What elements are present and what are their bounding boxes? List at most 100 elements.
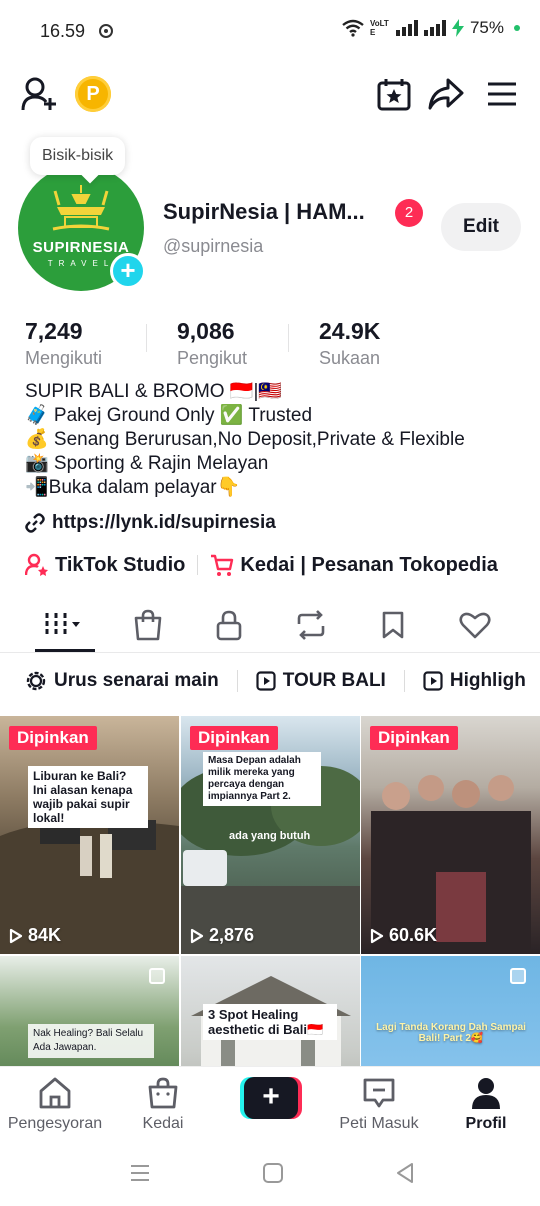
photo-carousel-icon xyxy=(510,968,526,984)
playlist-label: Highligh xyxy=(449,670,526,691)
notification-badge[interactable]: 2 xyxy=(395,199,423,227)
add-story-button[interactable]: + xyxy=(110,253,146,289)
photo-carousel-icon xyxy=(149,968,165,984)
view-count: 84K xyxy=(9,925,61,946)
video-tile[interactable]: Dipinkan 60.6K xyxy=(361,716,540,954)
status-bar: 16.59 VoLTE 75% xyxy=(0,0,540,62)
stat-followers[interactable]: 9,086 Pengikut xyxy=(177,318,247,369)
create-button[interactable]: + xyxy=(240,1077,302,1119)
nav-label: Peti Masuk xyxy=(339,1115,419,1132)
bio-line: 📲Buka dalam pelayar👇 xyxy=(25,477,241,498)
nav-label: Kedai xyxy=(142,1115,184,1132)
nav-profile[interactable]: Profil xyxy=(431,1077,540,1133)
recents-icon[interactable] xyxy=(129,1163,151,1183)
inbox-icon xyxy=(363,1078,395,1108)
home-button-icon[interactable] xyxy=(262,1162,284,1184)
signal-icon xyxy=(395,20,418,36)
username: @supirnesia xyxy=(163,236,264,256)
playlist-divider xyxy=(403,670,405,692)
status-icons: VoLTE 75% xyxy=(342,18,520,38)
playlist-label: Urus senarai main xyxy=(54,670,219,691)
stat-label: Sukaan xyxy=(319,348,381,368)
display-name: SupirNesia | HAM... xyxy=(163,199,365,224)
tab-reposts[interactable] xyxy=(281,600,341,650)
profile-shortcuts: TikTok Studio Kedai | Pesanan Tokopedia xyxy=(25,552,498,578)
nav-inbox[interactable]: Peti Masuk xyxy=(324,1077,434,1133)
stat-value: 7,249 xyxy=(25,318,83,344)
bio-line: 💰 Senang Berurusan,No Deposit,Private & … xyxy=(25,429,465,450)
shortcut-label: Kedai | Pesanan Tokopedia xyxy=(240,553,498,576)
shortcut-label: TikTok Studio xyxy=(55,553,186,576)
pinned-badge: Dipinkan xyxy=(370,726,458,750)
calendar-button[interactable] xyxy=(374,74,414,114)
bio-link-text: https://lynk.id/supirnesia xyxy=(52,512,276,533)
stat-divider xyxy=(146,324,147,352)
lock-icon xyxy=(216,610,242,641)
edit-profile-button[interactable]: Edit xyxy=(441,203,521,251)
play-outline-icon xyxy=(9,928,23,943)
nav-home[interactable]: Pengesyoran xyxy=(0,1077,110,1133)
video-caption: Liburan ke Bali? Ini alasan kenapa wajib… xyxy=(28,766,148,828)
nav-label: Profil xyxy=(465,1115,507,1132)
playlist-tour-bali[interactable]: TOUR BALI xyxy=(256,670,386,692)
nav-shop[interactable]: Kedai xyxy=(108,1077,218,1133)
stat-divider xyxy=(288,324,289,352)
stat-likes[interactable]: 24.9K Sukaan xyxy=(319,318,380,369)
stat-following[interactable]: 7,249 Mengikuti xyxy=(25,318,102,369)
stat-value: 24.9K xyxy=(319,318,381,344)
top-nav: P xyxy=(0,70,540,118)
play-icon xyxy=(256,671,276,691)
bio-line: SUPIR BALI & BROMO 🇮🇩|🇲🇾 xyxy=(25,381,283,402)
nav-label: Pengesyoran xyxy=(7,1115,103,1132)
privacy-dot xyxy=(514,25,520,31)
view-count: 2,876 xyxy=(190,925,254,946)
battery-level: 75% xyxy=(469,18,504,37)
back-icon[interactable] xyxy=(395,1162,415,1184)
video-thumbnail xyxy=(0,816,179,954)
temple-logo-icon xyxy=(52,185,110,231)
volte-label: VoLTE xyxy=(369,19,389,37)
tab-videos[interactable] xyxy=(35,600,95,650)
status-time: 16.59 xyxy=(40,21,86,41)
tab-favorites[interactable] xyxy=(363,600,423,650)
signal-icon-2 xyxy=(423,20,446,36)
tiktok-studio-button[interactable]: TikTok Studio xyxy=(25,553,185,577)
menu-button[interactable] xyxy=(482,74,522,114)
video-thumbnail xyxy=(371,775,531,954)
share-button[interactable] xyxy=(426,74,466,114)
bio-link[interactable]: https://lynk.id/supirnesia xyxy=(25,512,276,534)
coins-button[interactable]: P xyxy=(75,76,111,112)
tabs-divider xyxy=(0,652,540,653)
play-icon xyxy=(423,671,443,691)
nudge-tooltip[interactable]: Bisik-bisik xyxy=(30,137,126,175)
tab-shop[interactable] xyxy=(118,600,178,650)
shortcut-divider xyxy=(197,555,199,575)
manage-playlists-button[interactable]: Urus senarai main xyxy=(25,670,219,692)
video-tile[interactable]: Dipinkan Masa Depan adalah milik mereka … xyxy=(181,716,360,954)
tab-liked[interactable] xyxy=(445,600,505,650)
bio: SUPIR BALI & BROMO 🇮🇩|🇲🇾 🧳 Pakej Ground … xyxy=(25,380,465,500)
video-caption: Lagi Tanda Korang Dah Sampai Bali! Part … xyxy=(376,1022,526,1044)
home-icon xyxy=(39,1077,71,1109)
stat-label: Mengikuti xyxy=(25,348,103,368)
shop-orders-button[interactable]: Kedai | Pesanan Tokopedia xyxy=(210,553,498,577)
playlist-highlight[interactable]: Highligh xyxy=(423,670,526,692)
coin-icon: P xyxy=(75,76,111,112)
add-friend-button[interactable] xyxy=(20,74,60,114)
tab-private[interactable] xyxy=(199,600,259,650)
view-count-text: 60.6K xyxy=(389,925,438,945)
hamburger-icon xyxy=(488,82,516,106)
stat-label: Pengikut xyxy=(177,348,248,368)
view-count-text: 2,876 xyxy=(209,925,255,945)
view-count: 60.6K xyxy=(370,925,437,946)
wifi-icon xyxy=(342,19,364,37)
avatar[interactable]: SUPIRNESIA TRAVEL + xyxy=(18,165,146,293)
bio-line: 🧳 Pakej Ground Only ✅ Trusted xyxy=(25,405,313,426)
video-caption: Masa Depan adalah milik mereka yang perc… xyxy=(203,752,321,806)
video-tile[interactable]: Dipinkan Liburan ke Bali? Ini alasan ken… xyxy=(0,716,179,954)
add-person-icon xyxy=(21,77,56,111)
play-outline-icon xyxy=(370,928,384,943)
charging-icon xyxy=(451,19,464,37)
plus-icon: + xyxy=(244,1077,298,1119)
playlist-label: TOUR BALI xyxy=(282,670,386,691)
